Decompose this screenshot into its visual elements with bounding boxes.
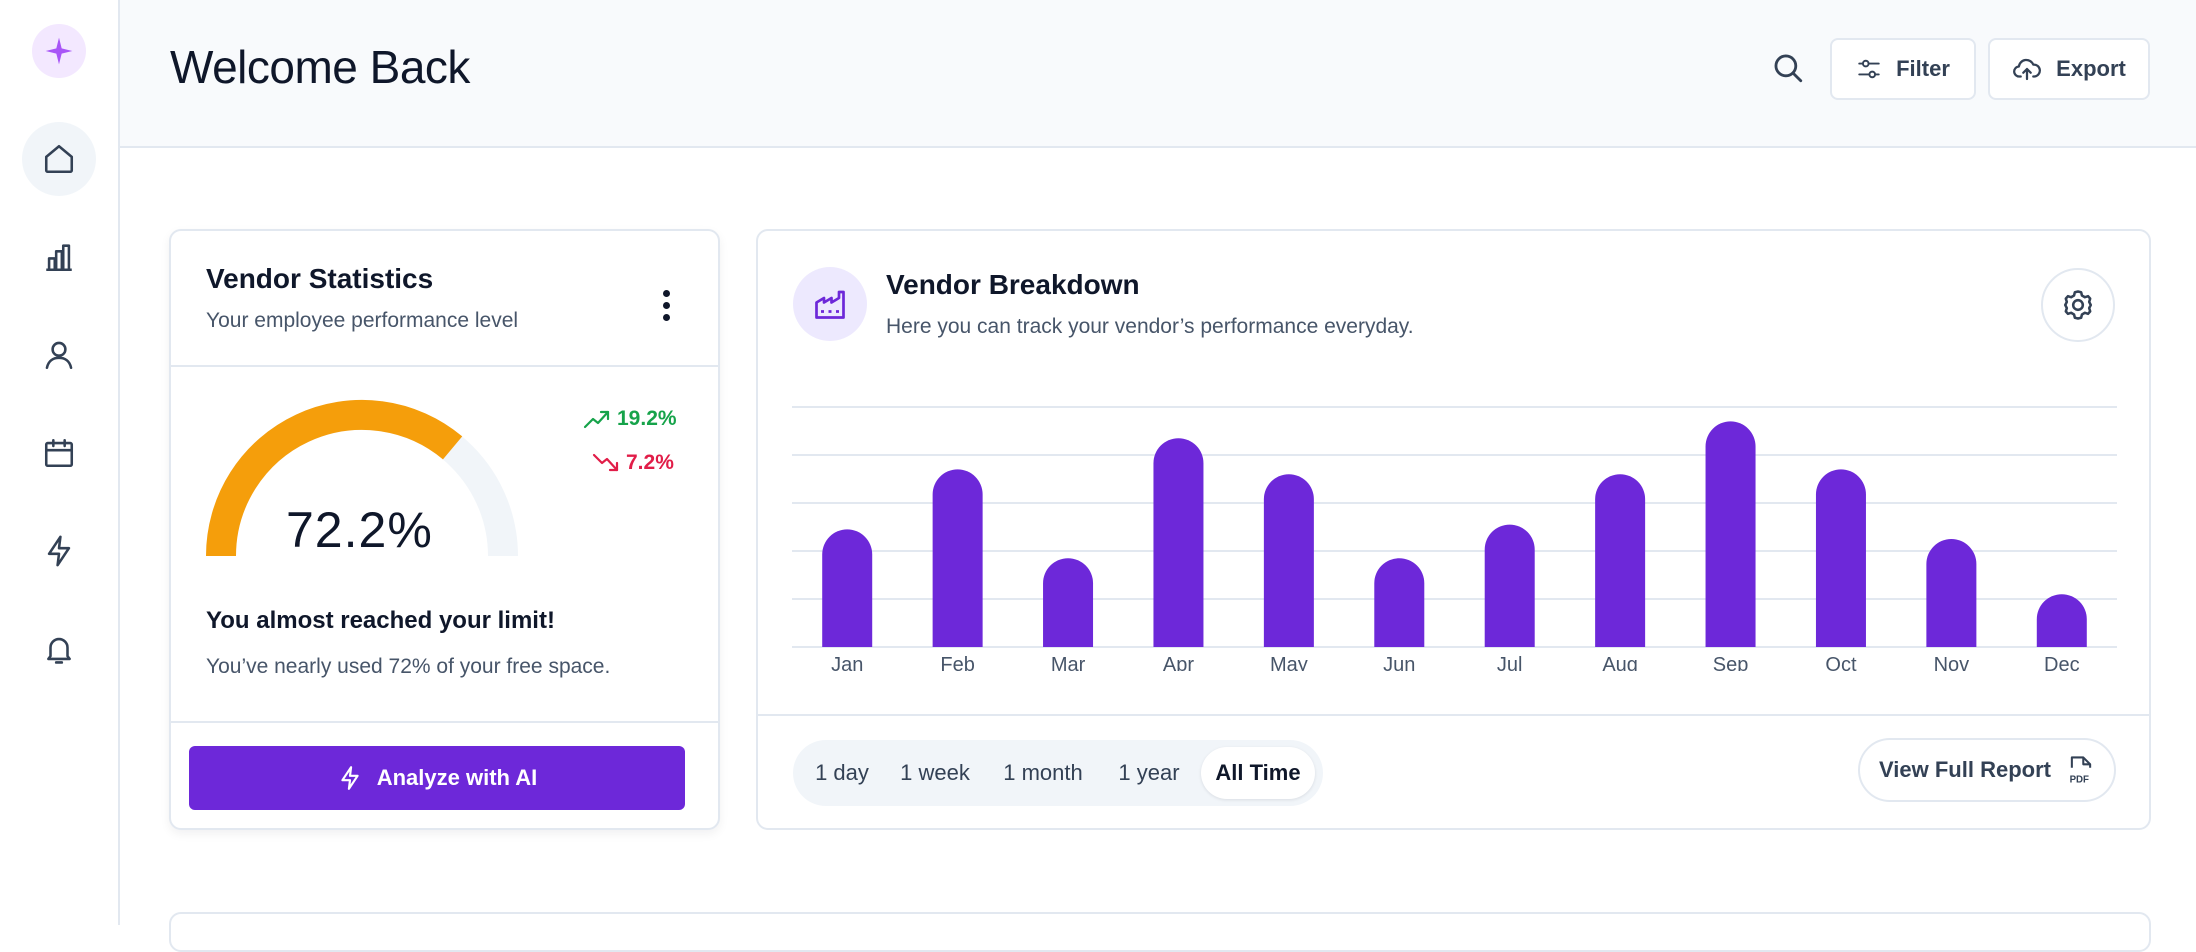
range-option-1-year[interactable]: 1 year: [1105, 747, 1193, 799]
x-tick-label: Mar: [1051, 654, 1086, 671]
x-tick-label: Jul: [1497, 654, 1523, 671]
settings-button[interactable]: [2041, 268, 2115, 342]
x-tick-label: Jan: [831, 654, 863, 671]
limit-text: You’ve nearly used 72% of your free spac…: [206, 655, 611, 678]
x-tick-label: May: [1270, 654, 1308, 671]
filter-button[interactable]: Filter: [1830, 38, 1976, 100]
search-button[interactable]: [1766, 46, 1810, 90]
sidebar-item-users[interactable]: [22, 318, 96, 392]
bar-nov[interactable]: [1926, 539, 1977, 647]
trend-down-value: 7.2%: [626, 451, 674, 474]
limit-title: You almost reached your limit!: [206, 607, 555, 634]
sparkle-icon: [45, 37, 73, 65]
kebab-dot: [662, 301, 670, 309]
analyze-label: Analyze with AI: [376, 765, 538, 790]
more-options-button[interactable]: [651, 285, 681, 325]
export-label: Export: [2056, 56, 2126, 81]
pdf-file-icon: PDF: [2070, 756, 2092, 786]
card-title: Vendor Breakdown: [886, 269, 1140, 300]
factory-icon: [815, 290, 845, 319]
bar-apr[interactable]: [1153, 438, 1204, 647]
svg-text:PDF: PDF: [2070, 775, 2089, 786]
bar-jun[interactable]: [1374, 558, 1425, 647]
bar-chart-icon: [46, 244, 72, 272]
sidebar: [0, 0, 120, 925]
vendor-breakdown-card: Vendor Breakdown Here you can track your…: [756, 229, 2151, 830]
time-range-selector: 1 day 1 week 1 month 1 year All Time: [793, 740, 1323, 806]
lightning-icon: [47, 535, 71, 567]
vendor-statistics-card: Vendor Statistics Your employee performa…: [169, 229, 720, 830]
card-subtitle: Here you can track your vendor’s perform…: [886, 315, 1414, 338]
filter-label: Filter: [1896, 56, 1950, 81]
x-tick-label: Oct: [1825, 654, 1857, 671]
bar-oct[interactable]: [1815, 469, 1866, 647]
divider: [171, 721, 718, 723]
user-icon: [45, 341, 73, 370]
range-option-1-month[interactable]: 1 month: [989, 747, 1097, 799]
sidebar-item-calendar[interactable]: [22, 416, 96, 490]
vendor-bar-chart: Jan Feb Mar Apr May Jun Jul Aug Sep Oct Nov Dec: [792, 406, 2117, 671]
bell-icon: [47, 637, 71, 664]
x-tick-label: Nov: [1934, 654, 1970, 671]
trend-up-icon: [583, 410, 610, 429]
app-logo[interactable]: [32, 24, 86, 78]
page-header: Welcome Back Filter Export: [120, 0, 2196, 148]
divider: [758, 714, 2149, 716]
sidebar-item-analytics[interactable]: [22, 220, 96, 294]
trend-up: 19.2%: [583, 407, 677, 431]
view-full-report-button[interactable]: View Full Report PDF: [1858, 738, 2116, 802]
home-icon: [44, 144, 74, 174]
gear-icon: [2063, 290, 2093, 320]
x-tick-label: Feb: [940, 654, 974, 671]
calendar-icon: [44, 438, 74, 468]
bar-sep[interactable]: [1705, 421, 1756, 647]
bar-jul[interactable]: [1484, 524, 1535, 647]
kebab-dot: [662, 313, 670, 321]
cloud-upload-icon: [2013, 58, 2042, 81]
card-title: Vendor Statistics: [206, 263, 434, 294]
trend-up-value: 19.2%: [617, 407, 677, 430]
sliders-icon: [1858, 59, 1880, 79]
x-tick-label: Jun: [1383, 654, 1415, 671]
bar-may[interactable]: [1263, 474, 1314, 647]
gauge-value: 72.2%: [286, 502, 433, 558]
sidebar-item-home[interactable]: [22, 122, 96, 196]
report-label: View Full Report: [1879, 757, 2051, 782]
sidebar-item-automations[interactable]: [22, 514, 96, 588]
trend-down: 7.2%: [592, 451, 674, 475]
sidebar-item-notifications[interactable]: [22, 612, 96, 686]
kebab-dot: [662, 289, 670, 297]
next-section-card: [169, 912, 2151, 952]
range-option-all-time[interactable]: All Time: [1201, 747, 1315, 799]
bar-aug[interactable]: [1595, 474, 1646, 647]
analyze-with-ai-button[interactable]: Analyze with AI: [189, 746, 685, 810]
range-option-1-day[interactable]: 1 day: [803, 747, 881, 799]
range-option-1-week[interactable]: 1 week: [889, 747, 981, 799]
lightning-icon: [341, 766, 359, 790]
trend-down-icon: [592, 453, 619, 472]
bar-mar[interactable]: [1043, 558, 1094, 647]
export-button[interactable]: Export: [1988, 38, 2150, 100]
bar-jan[interactable]: [822, 529, 873, 647]
x-tick-label: Aug: [1602, 654, 1638, 671]
card-subtitle: Your employee performance level: [206, 309, 519, 332]
bar-dec[interactable]: [2036, 594, 2087, 647]
divider: [171, 365, 718, 367]
factory-icon-badge: [793, 267, 867, 341]
search-icon: [1774, 54, 1803, 83]
page-title: Welcome Back: [170, 41, 470, 93]
x-tick-label: Sep: [1713, 654, 1749, 671]
x-tick-label: Apr: [1163, 654, 1194, 671]
bar-feb[interactable]: [932, 469, 983, 647]
x-tick-label: Dec: [2044, 654, 2080, 671]
